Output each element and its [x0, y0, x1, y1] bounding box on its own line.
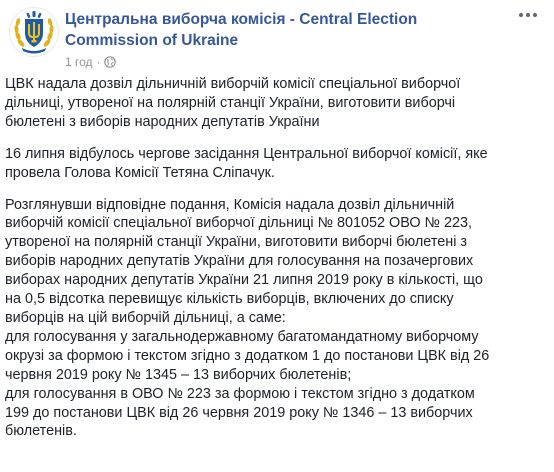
text-line: окрузі за формою і текстом згідно з дода…	[5, 347, 490, 364]
text-line: на 0,5 відсотка перевищує кількість вибо…	[5, 291, 454, 308]
text-line: провела Голова Комісії Тетяна Сліпачук.	[5, 164, 275, 181]
post-body: ЦВК надала дозвіл дільничній виборчій ко…	[5, 75, 550, 454]
page-name-link[interactable]: Центральна виборча комісія - Central Ele…	[65, 9, 445, 51]
post-paragraph-3: Розглянувши відповідне подання, Комісія …	[5, 196, 550, 442]
post-timestamp[interactable]: 1 год	[65, 55, 93, 69]
text-line: 16 липня відбулось чергове засідання Цен…	[5, 145, 488, 162]
page-name-line-2: Commission of Ukraine	[65, 32, 239, 49]
page-name-line-1: Центральна виборча комісія - Central Ele…	[65, 11, 418, 28]
post-header: Центральна виборча комісія - Central Ele…	[8, 6, 538, 69]
more-options-icon[interactable]	[518, 8, 538, 22]
text-line: виборів народних депутатів України для г…	[5, 253, 474, 270]
post-meta: 1 год ·	[65, 55, 116, 69]
text-line: бюлетенів.	[5, 423, 77, 440]
text-line: дільниці, утвореної на полярній станції …	[5, 94, 456, 111]
post-paragraph-2: 16 липня відбулось чергове засідання Цен…	[5, 145, 550, 183]
text-line: 199 до постанови ЦВК від 26 червня 2019 …	[5, 404, 473, 421]
text-line: бюлетені з виборів народних депутатів Ук…	[5, 113, 320, 130]
text-line: Розглянувши відповідне подання, Комісія …	[5, 196, 455, 213]
text-line: червня 2019 року № 1345 – 13 виборчих бю…	[5, 366, 352, 383]
globe-icon[interactable]	[103, 56, 116, 71]
text-line: для голосування у загальнодержавному баг…	[5, 328, 479, 345]
text-line: виборчій комісії спеціальної виборчої ді…	[5, 215, 472, 232]
cec-emblem-icon	[8, 6, 60, 58]
text-line: утвореної на полярній станції України, в…	[5, 234, 467, 251]
facebook-post: Центральна виборча комісія - Central Ele…	[0, 0, 554, 472]
text-line: для голосування в ОВО № 223 за формою і …	[5, 385, 475, 402]
text-line: виборах народних депутатів України 21 ли…	[5, 272, 483, 289]
post-paragraph-1: ЦВК надала дозвіл дільничній виборчій ко…	[5, 75, 550, 132]
text-line: виборців на цій виборчій дільниці, а сам…	[5, 309, 286, 326]
meta-separator: ·	[96, 55, 101, 69]
text-line: ЦВК надала дозвіл дільничній виборчій ко…	[5, 76, 461, 92]
page-avatar[interactable]	[8, 6, 60, 58]
